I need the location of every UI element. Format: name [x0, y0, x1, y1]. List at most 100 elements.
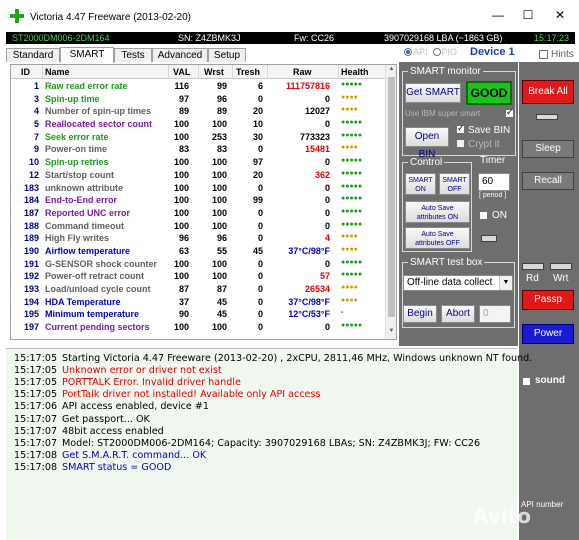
cell-health: ●●●●● — [341, 271, 363, 279]
table-row[interactable]: 4 Number of spin-up times 89 89 20 12027 ●●●● — [11, 105, 386, 118]
autosave-off-button[interactable]: Auto Save attributes OFF — [405, 227, 470, 249]
log-timestamp: 15:17:07 — [14, 413, 58, 425]
save-bin-checkbox[interactable] — [456, 123, 465, 134]
cell-raw: 0 — [324, 207, 330, 218]
log-message: PortTalk driver not installed! Available… — [62, 389, 321, 401]
cell-tresh: 0 — [257, 207, 263, 218]
tab-standard[interactable]: Standard — [6, 48, 60, 62]
table-row[interactable]: 184 End-to-End error 100 100 99 0 ●●●●● — [11, 194, 386, 207]
open-bin-button[interactable]: Open BIN — [405, 127, 449, 160]
cell-val: 100 — [173, 258, 189, 269]
cell-tresh: 6 — [257, 81, 263, 91]
power-button[interactable]: Power — [522, 324, 574, 344]
cell-id: 194 — [23, 296, 39, 307]
begin-test-button[interactable]: Begin — [403, 305, 437, 323]
cell-id: 10 — [28, 157, 39, 168]
app-cross-icon — [10, 9, 24, 23]
table-row[interactable]: 197 Current pending sectors 100 100 0 0 ●●●●● — [11, 321, 386, 334]
cell-id: 191 — [23, 258, 39, 269]
col-header-raw: Raw — [293, 67, 312, 77]
table-row[interactable]: 195 Minimum temperature 90 45 0 12°C/53°F - — [11, 308, 386, 321]
table-scrollbar[interactable]: ▲ ▼ — [385, 65, 396, 339]
get-smart-button[interactable]: Get SMART — [405, 83, 461, 103]
table-row[interactable]: 187 Reported UNC error 100 100 0 0 ●●●●● — [11, 207, 386, 220]
use-ibm-checkbox[interactable] — [505, 107, 514, 118]
cell-raw: 0 — [324, 119, 330, 130]
use-ibm-label: Use IBM super smart — [405, 109, 481, 118]
table-row[interactable]: 190 Airflow temperature 63 55 45 37°C/98°F ●●●… — [11, 245, 386, 258]
cell-health: ●●●● — [341, 233, 358, 241]
api-radio[interactable] — [404, 48, 412, 56]
sound-checkbox[interactable] — [522, 377, 531, 386]
passp-button[interactable]: Passp — [522, 290, 574, 310]
cell-wrst: 45 — [216, 296, 227, 307]
table-row[interactable]: 189 High Fly writes 96 96 0 4 ●●●● — [11, 232, 386, 245]
api-radio-label: API — [413, 47, 428, 57]
close-button[interactable]: ✕ — [552, 8, 568, 22]
table-row[interactable]: 192 Power-off retract count 100 100 0 57 ●●●●● — [11, 270, 386, 283]
timer-on-checkbox[interactable] — [479, 211, 488, 220]
tab-advanced[interactable]: Advanced — [152, 48, 208, 62]
table-row[interactable]: 193 Load/unload cycle count 87 87 0 26534 ●●●● — [11, 283, 386, 296]
maximize-button[interactable]: ☐ — [520, 8, 536, 22]
pio-radio[interactable] — [432, 48, 441, 56]
table-row[interactable]: 9 Power-on time 83 83 0 15481 ●●●● — [11, 143, 386, 156]
col-header-wrst: Wrst — [204, 67, 224, 77]
recall-button[interactable]: Recall — [522, 172, 574, 190]
cell-name: Power-off retract count — [45, 271, 145, 282]
table-row[interactable]: 10 Spin-up retries 100 100 97 0 ●●●●● — [11, 156, 386, 169]
cell-val: 100 — [173, 271, 189, 282]
log-message: PORTTALK Error. Invalid driver handle — [62, 377, 241, 389]
table-row[interactable]: 194 HDA Temperature 37 45 0 37°C/98°F ●●●● — [11, 296, 386, 309]
cell-id: 183 — [23, 182, 39, 193]
cell-name: Start/stop count — [45, 169, 114, 180]
autosave-on-button[interactable]: Auto Save attributes ON — [405, 201, 470, 223]
cell-name: Load/unload cycle count — [45, 284, 151, 294]
table-row[interactable]: 3 Spin-up time 97 96 0 0 ●●●● — [11, 93, 386, 106]
table-row[interactable]: 1 Raw read error rate 116 99 6 111757816 ●●●●● — [11, 80, 386, 93]
table-row[interactable]: 5 Reallocated sector count 100 100 10 0 ●●●●● — [11, 118, 386, 131]
table-row[interactable]: 191 G-SENSOR shock counter 100 100 0 0 ●●●●● — [11, 258, 386, 271]
cell-wrst: 100 — [211, 220, 227, 231]
cell-health: ●●●● — [341, 245, 358, 253]
break-all-button[interactable]: Break All — [522, 80, 574, 104]
minimize-button[interactable]: — — [490, 8, 506, 22]
log-timestamp: 15:17:08 — [14, 461, 58, 473]
cell-wrst: 100 — [211, 119, 227, 130]
cell-val: 83 — [178, 144, 189, 155]
table-row[interactable]: 183 unknown attribute 100 100 0 0 ●●●●● — [11, 182, 386, 195]
tab-tests[interactable]: Tests — [114, 48, 152, 62]
smart-off-button[interactable]: SMART OFF — [439, 173, 470, 195]
cell-name: Number of spin-up times — [45, 106, 152, 117]
sleep-button[interactable]: Sleep — [522, 140, 574, 158]
cell-raw: 4 — [324, 233, 330, 244]
window-title: Victoria 4.47 Freeware (2013-02-20) — [30, 12, 192, 23]
table-row[interactable]: 188 Command timeout 100 100 0 0 ●●●●● — [11, 220, 386, 233]
test-type-select[interactable]: Off-line data collect ▼ — [403, 275, 513, 291]
smart-on-button[interactable]: SMART ON — [405, 173, 436, 195]
scroll-thumb[interactable] — [388, 77, 395, 317]
tab-smart[interactable]: SMART — [60, 47, 114, 63]
log-entry: 15:17:06 API access enabled, device #1 — [14, 401, 209, 412]
scroll-down-icon[interactable]: ▼ — [387, 328, 396, 337]
abort-test-button[interactable]: Abort — [441, 305, 475, 323]
table-row[interactable]: 7 Seek error rate 100 253 30 773323 ●●●●● — [11, 131, 386, 144]
log-message: Get passport... OK — [62, 413, 150, 425]
log-entry: 15:17:05 Unknown error or driver not exis… — [14, 365, 222, 376]
break-indicator — [536, 114, 558, 120]
crypt-it-checkbox[interactable] — [456, 139, 465, 148]
cell-health: ●●●● — [341, 284, 358, 291]
tab-setup[interactable]: Setup — [208, 48, 246, 62]
scroll-up-icon[interactable]: ▲ — [387, 66, 396, 75]
log-timestamp: 15:17:07 — [14, 425, 58, 437]
log-message: Starting Victoria 4.47 Freeware (2013-02… — [62, 353, 533, 364]
sound-label: sound — [535, 375, 565, 386]
timer-period-input[interactable]: 60 — [478, 173, 510, 191]
col-separator — [168, 65, 169, 79]
cell-name: Minimum temperature — [45, 309, 140, 320]
hints-checkbox[interactable] — [539, 50, 548, 59]
event-log[interactable]: 15:17:05 Starting Victoria 4.47 Freeware … — [6, 348, 532, 540]
table-row[interactable]: 12 Start/stop count 100 100 20 362 ●●●●● — [11, 169, 386, 182]
chevron-down-icon[interactable]: ▼ — [499, 276, 512, 290]
cell-name: Spin-up retries — [45, 157, 109, 168]
